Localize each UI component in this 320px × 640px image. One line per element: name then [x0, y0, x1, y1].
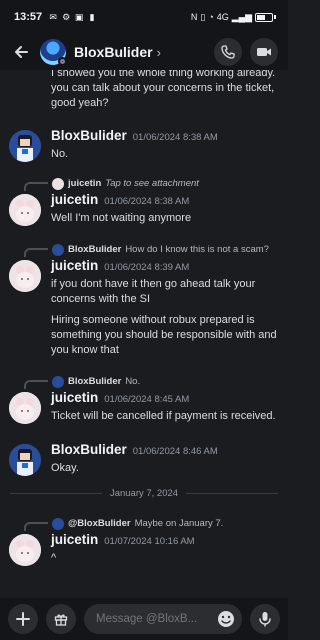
avatar[interactable] — [9, 444, 41, 476]
message-input-field[interactable] — [96, 613, 216, 625]
avatar — [52, 243, 64, 256]
reply-text: No. — [125, 376, 141, 387]
reply-text: Tap to see attachment — [105, 178, 199, 189]
message-meta: BloxBulider 01/06/2024 8:46 AM — [51, 442, 218, 457]
reply-author: @BloxBulider — [68, 518, 131, 529]
avatar[interactable] — [9, 260, 41, 292]
avatar[interactable] — [9, 194, 41, 226]
message-input[interactable] — [84, 604, 242, 634]
reply-preview[interactable]: @BloxBulider Maybe on January 7. — [24, 516, 223, 531]
message-author[interactable]: BloxBulider — [51, 128, 127, 143]
message-meta: juicetin 01/07/2024 10:16 AM — [51, 532, 195, 547]
reply-preview[interactable]: BloxBulider No. — [24, 374, 140, 389]
network-type: 4G — [216, 12, 229, 22]
message-meta: juicetin 01/06/2024 8:39 AM — [51, 258, 189, 273]
back-arrow-icon[interactable] — [10, 41, 32, 63]
message-author[interactable]: juicetin — [51, 532, 98, 547]
message-author[interactable]: juicetin — [51, 258, 98, 273]
reply-author: juicetin — [68, 178, 102, 189]
video-camera-icon[interactable] — [250, 38, 278, 66]
settings-status-icon: ⚙ — [62, 12, 71, 22]
battery-icon — [255, 12, 276, 22]
avatar[interactable] — [9, 392, 41, 424]
avatar[interactable] — [9, 130, 41, 162]
date-divider: January 7, 2024 — [10, 488, 279, 499]
vibrate-icon: ▯ — [200, 11, 206, 22]
emoji-icon[interactable] — [216, 609, 236, 629]
nfc-icon: N — [190, 12, 198, 22]
message-timestamp: 01/07/2024 10:16 AM — [104, 536, 195, 547]
message-line: you can talk about your concerns in the … — [51, 82, 275, 109]
message-author[interactable]: BloxBulider — [51, 442, 127, 457]
reply-author: BloxBulider — [68, 244, 122, 255]
chevron-right-icon[interactable]: › — [157, 45, 161, 60]
message-text: ^ — [51, 552, 57, 564]
message-timestamp: 01/06/2024 8:46 AM — [132, 446, 218, 457]
plus-icon[interactable] — [8, 604, 38, 634]
wifi-icon: ◔ — [208, 12, 214, 22]
date-divider-label: January 7, 2024 — [109, 488, 179, 499]
message-timestamp: 01/06/2024 8:38 AM — [104, 196, 190, 207]
phone-icon[interactable] — [214, 38, 242, 66]
status-time: 13:57 — [14, 11, 43, 23]
avatar[interactable] — [40, 39, 67, 66]
app-status-icon: ▣ — [74, 12, 84, 22]
message-timestamp: 01/06/2024 8:38 AM — [132, 132, 218, 143]
message-meta: juicetin 01/06/2024 8:45 AM — [51, 390, 189, 405]
message-timestamp: 01/06/2024 8:39 AM — [104, 262, 190, 273]
reply-preview[interactable]: juicetin Tap to see attachment — [24, 176, 199, 191]
message-text: I showed you the whole thing working alr… — [51, 70, 279, 111]
message-text: No. — [51, 148, 69, 160]
chat-header: BloxBulider › — [0, 34, 288, 70]
reply-text: How do I know this is not a scam? — [125, 244, 269, 255]
microphone-icon[interactable] — [250, 604, 280, 634]
status-bar: 13:57 ✉ ⚙ ▣ ▮ N ▯ ◔ 4G ▂▄▆ — [0, 0, 288, 34]
reply-text: Maybe on January 7. — [134, 518, 224, 529]
message-author[interactable]: juicetin — [51, 192, 98, 207]
message-text: if you dont have it then go ahead talk y… — [51, 278, 256, 305]
message-text: Okay. — [51, 462, 79, 474]
notification-icon: ✉ — [49, 12, 57, 22]
message-text: Ticket will be cancelled if payment is r… — [51, 410, 276, 422]
message-meta: juicetin 01/06/2024 8:38 AM — [51, 192, 189, 207]
avatar — [52, 375, 64, 388]
message-line: I showed you the whole thing working alr… — [51, 70, 276, 79]
lock-status-icon: ▮ — [89, 12, 95, 22]
message-list[interactable]: I showed you the whole thing working alr… — [0, 70, 288, 598]
message-text: Hiring someone without robux prepared is… — [51, 314, 277, 356]
signal-icon: ▂▄▆ — [231, 11, 252, 22]
reply-preview[interactable]: BloxBulider How do I know this is not a … — [24, 242, 269, 257]
message-author[interactable]: juicetin — [51, 390, 98, 405]
reply-author: BloxBulider — [68, 376, 122, 387]
message-composer — [0, 598, 288, 640]
avatar — [52, 177, 64, 190]
offline-status-icon — [58, 57, 67, 66]
gift-icon[interactable] — [46, 604, 76, 634]
dm-user-name[interactable]: BloxBulider — [74, 44, 153, 60]
message-timestamp: 01/06/2024 8:45 AM — [104, 394, 190, 405]
message-text: Well I'm not waiting anymore — [51, 212, 192, 224]
message-meta: BloxBulider 01/06/2024 8:38 AM — [51, 128, 218, 143]
avatar[interactable] — [9, 534, 41, 566]
avatar — [52, 517, 64, 530]
